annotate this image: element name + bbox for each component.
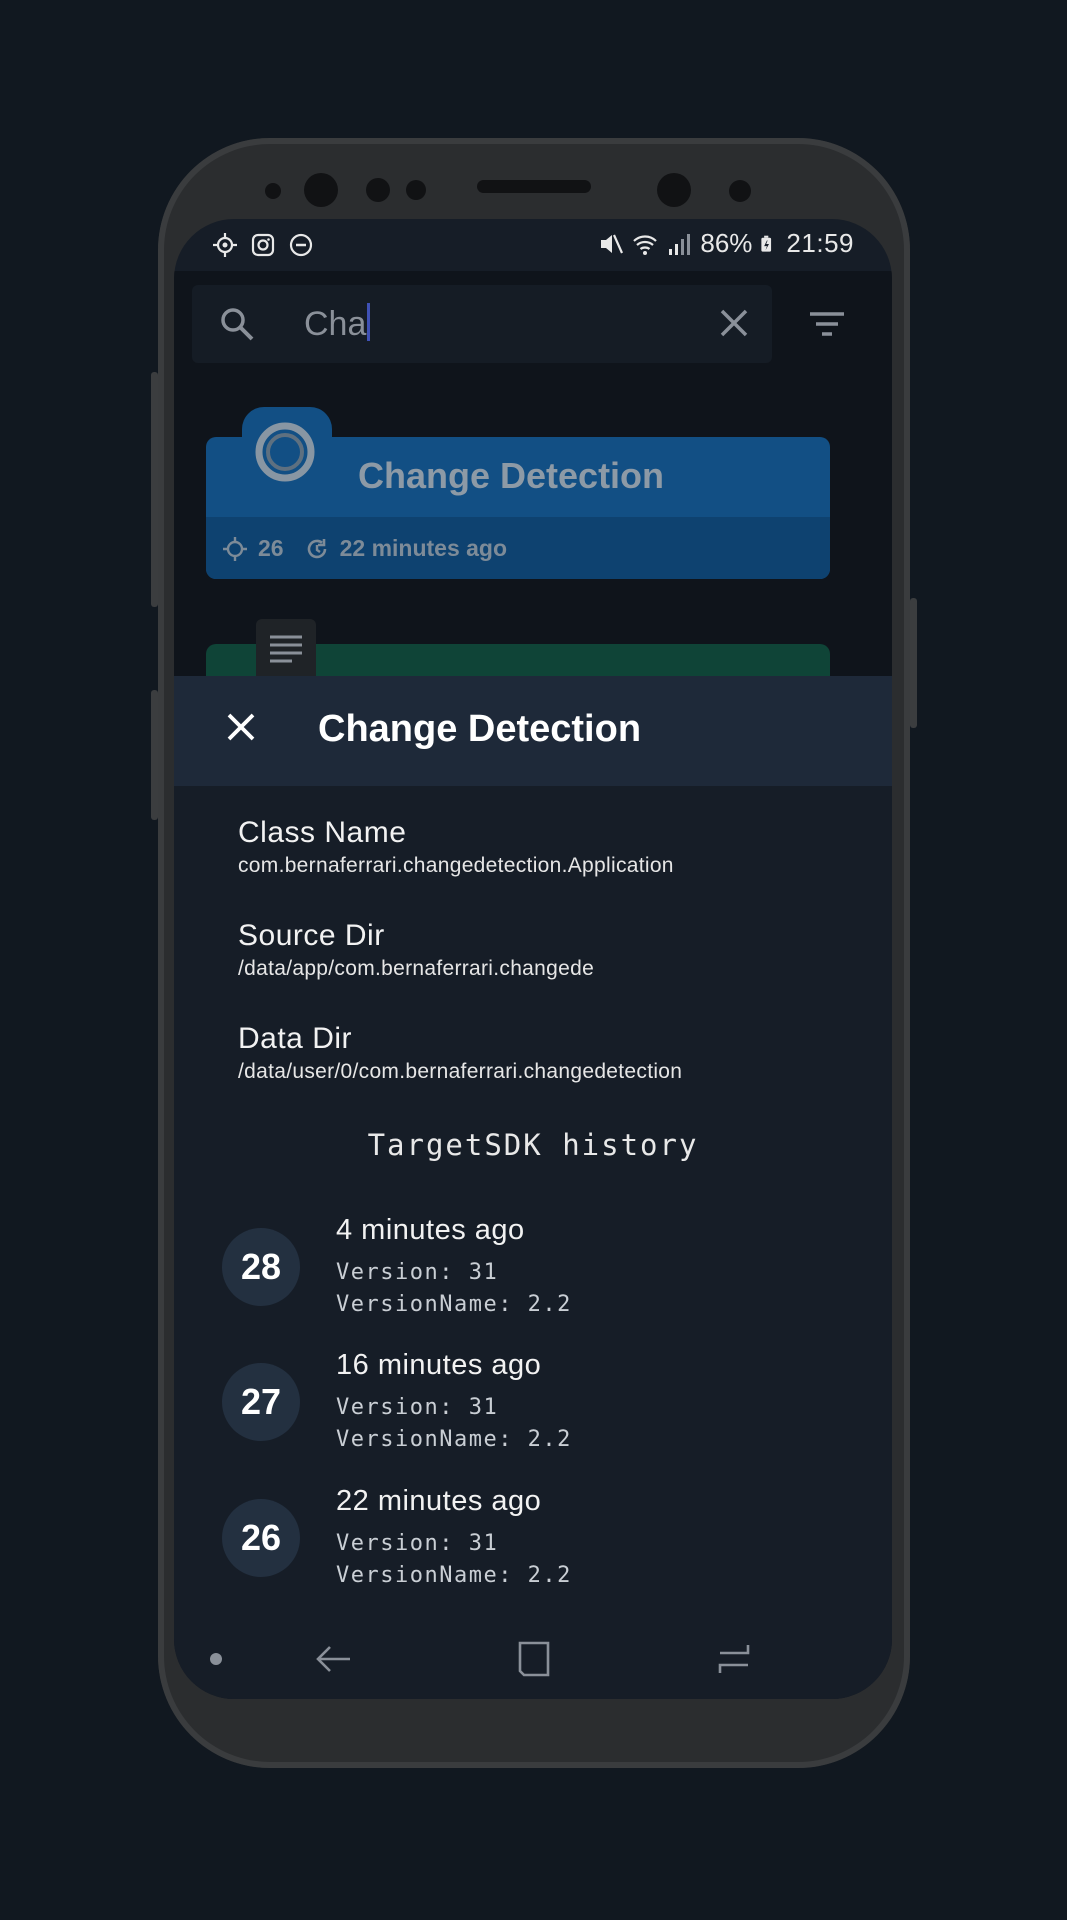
keyboard-dot-icon <box>210 1653 222 1665</box>
field-label: Class Name <box>238 816 407 849</box>
navigation-bar <box>174 1619 892 1699</box>
history-time: 4 minutes ago <box>336 1214 525 1246</box>
sdk-badge: 26 <box>222 1499 300 1577</box>
phone-screen: 86% 21:59 Cha Change Detection 26 22 min… <box>174 219 892 1699</box>
search-input[interactable]: Cha <box>304 303 371 344</box>
app-card[interactable]: Change Detection 26 22 minutes ago <box>206 407 830 579</box>
front-sensor <box>265 183 281 199</box>
volume-button <box>151 372 158 607</box>
target-icon <box>223 536 247 561</box>
search-query: Cha <box>304 305 367 343</box>
class-name-field: Class Name com.bernaferrari.changedetect… <box>238 816 674 878</box>
sdk-badge: 28 <box>222 1228 300 1306</box>
status-bar: 86% 21:59 <box>174 219 892 271</box>
source-dir-field: Source Dir /data/app/com.bernaferrari.ch… <box>238 919 594 981</box>
recents-icon[interactable] <box>714 1639 754 1679</box>
app-card-title: Change Detection <box>358 455 665 496</box>
history-version-name: VersionName: 2.2 <box>336 1563 572 1588</box>
field-value: /data/app/com.bernaferrari.changede <box>238 957 595 980</box>
history-title: TargetSDK history <box>367 1128 699 1162</box>
history-item: 28 4 minutes ago Version: 31 VersionName… <box>222 1214 862 1324</box>
clear-icon[interactable] <box>718 307 750 339</box>
iris-camera <box>657 173 691 207</box>
data-dir-field: Data Dir /data/user/0/com.bernaferrari.c… <box>238 1022 682 1084</box>
battery-percent: 86% <box>700 228 753 258</box>
history-version-name: VersionName: 2.2 <box>336 1292 572 1317</box>
history-icon <box>307 538 326 558</box>
mute-icon <box>601 234 624 253</box>
app-card-updated: 22 minutes ago <box>339 535 508 561</box>
field-value: com.bernaferrari.changedetection.Applica… <box>238 854 674 877</box>
history-item: 27 16 minutes ago Version: 31 VersionNam… <box>222 1349 862 1459</box>
app-card-count: 26 <box>258 535 284 561</box>
battery-icon <box>761 235 772 252</box>
history-item: 26 22 minutes ago Version: 31 VersionNam… <box>222 1485 862 1595</box>
iris-sensor <box>366 178 390 202</box>
clock: 21:59 <box>786 228 854 258</box>
history-version: Version: 31 <box>336 1531 499 1556</box>
close-icon[interactable] <box>226 712 256 742</box>
signal-icon <box>669 233 691 255</box>
search-bar[interactable]: Cha <box>192 285 772 363</box>
wifi-icon <box>633 234 658 255</box>
front-camera <box>304 173 338 207</box>
earpiece-speaker <box>477 180 591 193</box>
app-logo-icon <box>255 422 315 482</box>
app-card-meta: 26 22 minutes ago <box>222 535 507 562</box>
field-label: Data Dir <box>238 1022 353 1055</box>
home-icon[interactable] <box>514 1639 554 1679</box>
proximity-sensor <box>406 180 426 200</box>
history-version-name: VersionName: 2.2 <box>336 1427 572 1452</box>
field-label: Source Dir <box>238 919 385 952</box>
instagram-icon <box>251 233 275 257</box>
search-icon <box>221 308 254 341</box>
light-sensor <box>729 180 751 202</box>
sheet-header: Change Detection <box>174 676 892 786</box>
filter-icon[interactable] <box>808 311 846 337</box>
dnd-icon <box>289 233 313 257</box>
bixby-button <box>151 690 158 820</box>
history-version: Version: 31 <box>336 1260 499 1285</box>
gps-icon <box>213 233 237 257</box>
power-button <box>910 598 917 728</box>
history-time: 16 minutes ago <box>336 1349 542 1381</box>
sheet-title: Change Detection <box>318 708 642 750</box>
back-icon[interactable] <box>314 1639 354 1679</box>
history-time: 22 minutes ago <box>336 1485 542 1517</box>
field-value: /data/user/0/com.bernaferrari.changedete… <box>238 1060 683 1083</box>
sdk-badge: 27 <box>222 1363 300 1441</box>
text-caret <box>367 303 371 341</box>
history-version: Version: 31 <box>336 1395 499 1420</box>
